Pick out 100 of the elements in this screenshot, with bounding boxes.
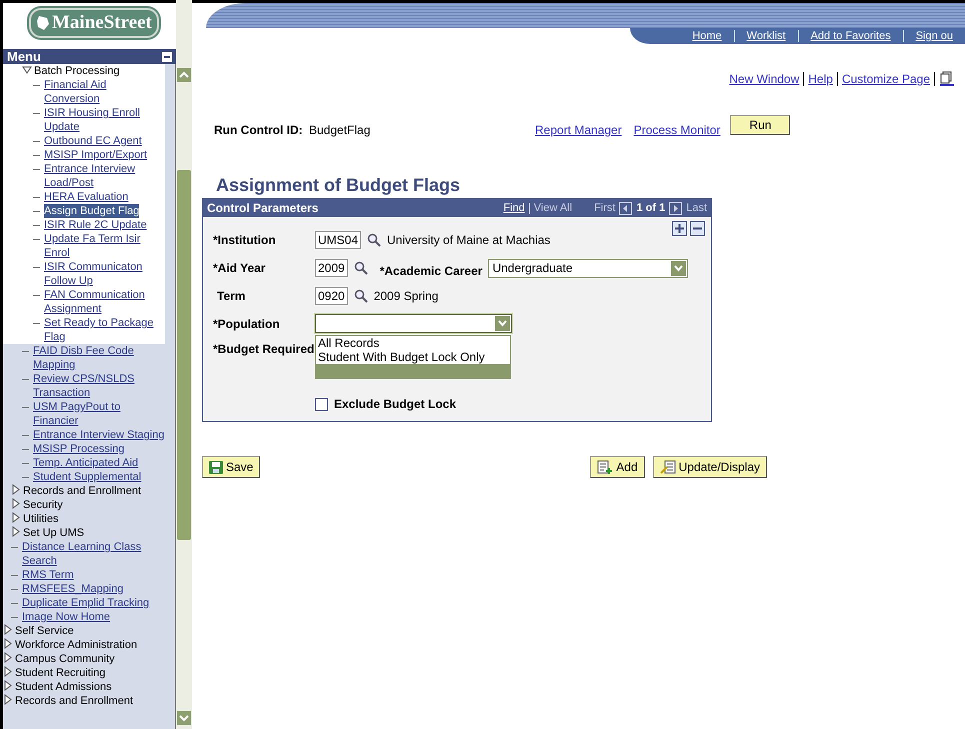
menu-link[interactable]: Financial Aid Conversion bbox=[44, 78, 165, 106]
academic-career-dropdown[interactable]: Undergraduate bbox=[488, 258, 688, 278]
page-link[interactable]: Customize Page bbox=[842, 72, 930, 86]
dash-icon bbox=[22, 379, 29, 380]
scroll-up-icon[interactable] bbox=[177, 68, 191, 82]
menu-link[interactable]: Image Now Home bbox=[22, 610, 110, 624]
menu-folder[interactable]: Records and Enrollment bbox=[23, 484, 142, 498]
checkbox-label: Exclude Budget Lock bbox=[334, 397, 456, 411]
term-field[interactable]: 0920 bbox=[315, 287, 348, 305]
delete-row-icon[interactable] bbox=[690, 221, 705, 236]
institution-field[interactable]: UMS04 bbox=[315, 231, 362, 249]
dash-icon bbox=[33, 113, 40, 114]
lookup-icon[interactable] bbox=[367, 233, 382, 247]
save-button[interactable]: Save bbox=[202, 456, 260, 478]
page-link[interactable]: New Window bbox=[729, 72, 800, 86]
dash-icon bbox=[33, 85, 40, 86]
view-all-link[interactable]: View All bbox=[534, 202, 572, 214]
add-button[interactable]: Add bbox=[590, 456, 645, 478]
field-label: *Institution bbox=[213, 233, 277, 247]
add-row-icon[interactable] bbox=[672, 221, 687, 236]
first-link[interactable]: First bbox=[594, 202, 616, 214]
menu-link[interactable]: MSISP Processing bbox=[33, 442, 125, 456]
dash-icon bbox=[33, 155, 40, 156]
menu-link[interactable]: Student Supplemental bbox=[33, 470, 142, 484]
menu-folder[interactable]: Campus Community bbox=[15, 652, 115, 666]
institution-description: University of Maine at Machias bbox=[387, 233, 550, 247]
menu-link[interactable]: FAN Communication Assignment bbox=[44, 288, 165, 316]
page-title: Assignment of Budget Flags bbox=[216, 175, 462, 196]
menu-link[interactable]: Assign Budget Flag bbox=[44, 204, 140, 218]
menu-folder[interactable]: Set Up UMS bbox=[23, 526, 84, 540]
collapse-icon[interactable] bbox=[162, 52, 172, 62]
logo[interactable]: MaineStreet bbox=[29, 8, 159, 38]
next-icon[interactable] bbox=[669, 202, 682, 214]
population-dropdown[interactable] bbox=[315, 314, 512, 333]
update-display-button[interactable]: Update/Display bbox=[652, 456, 767, 478]
menu-folder[interactable]: Batch Processing bbox=[34, 64, 120, 78]
menu-link[interactable]: Review CPS/NSLDS Transaction bbox=[33, 372, 165, 400]
menu-folder[interactable]: Workforce Administration bbox=[15, 638, 138, 652]
menu-link[interactable]: Distance Learning Class Search bbox=[22, 540, 165, 568]
field-label: *Population bbox=[213, 316, 281, 330]
menu-link[interactable]: RMSFEES_Mapping bbox=[22, 582, 124, 596]
dash-icon bbox=[33, 267, 40, 268]
menu-link[interactable]: ISIR Rule 2C Update bbox=[44, 218, 147, 232]
expand-triangle-icon[interactable] bbox=[3, 624, 13, 636]
dash-icon bbox=[33, 169, 40, 170]
lookup-icon[interactable] bbox=[354, 261, 368, 275]
menu-link[interactable]: FAID Disb Fee Code Mapping bbox=[33, 344, 165, 372]
expand-triangle-icon[interactable] bbox=[3, 694, 13, 706]
dropdown-option[interactable]: All Records bbox=[316, 336, 510, 350]
menu-folder[interactable]: Security bbox=[23, 498, 63, 512]
last-link[interactable]: Last bbox=[686, 202, 707, 214]
lookup-icon[interactable] bbox=[354, 289, 368, 303]
expand-triangle-icon[interactable] bbox=[3, 638, 13, 650]
menu-folder[interactable]: Student Admissions bbox=[15, 680, 112, 694]
dropdown-option[interactable]: Student With Budget Lock Only bbox=[316, 350, 510, 364]
collapse-triangle-icon[interactable] bbox=[22, 64, 32, 76]
menu-folder[interactable]: Self Service bbox=[15, 624, 74, 638]
nav-link[interactable]: Sign ou bbox=[902, 30, 965, 42]
scrollbar-thumb[interactable] bbox=[177, 170, 191, 540]
page-link[interactable]: Help bbox=[808, 72, 833, 86]
expand-triangle-icon[interactable] bbox=[3, 652, 13, 664]
menu-link[interactable]: Entrance Interview Staging bbox=[33, 428, 164, 442]
aid-year-field[interactable]: 2009 bbox=[315, 259, 348, 277]
menu-folder[interactable]: Utilities bbox=[23, 512, 58, 526]
menu-link[interactable]: RMS Term bbox=[22, 568, 74, 582]
panel-title: Control Parameters bbox=[207, 201, 318, 215]
dash-icon bbox=[33, 197, 40, 198]
expand-triangle-icon[interactable] bbox=[3, 666, 13, 678]
field-label: Term bbox=[216, 289, 246, 303]
report-manager-link[interactable]: Report Manager bbox=[535, 123, 622, 137]
expand-triangle-icon[interactable] bbox=[11, 484, 21, 496]
menu-link[interactable]: Outbound EC Agent bbox=[44, 134, 142, 148]
document-icon[interactable] bbox=[939, 71, 955, 87]
nav-link[interactable]: Add to Favorites bbox=[798, 30, 903, 42]
menu-link[interactable]: Set Ready to Package Flag bbox=[44, 316, 165, 344]
process-monitor-link[interactable]: Process Monitor bbox=[634, 123, 720, 137]
run-button[interactable]: Run bbox=[730, 115, 790, 135]
menu-link[interactable]: Temp. Anticipated Aid bbox=[33, 456, 138, 470]
menu-link[interactable]: Duplicate Emplid Tracking bbox=[22, 596, 150, 610]
checkbox[interactable] bbox=[315, 398, 328, 410]
menu-link[interactable]: HERA Evaluation bbox=[44, 190, 128, 204]
menu-link[interactable]: ISIR Communicaton Follow Up bbox=[44, 260, 165, 288]
scroll-down-icon[interactable] bbox=[177, 711, 191, 725]
nav-link[interactable]: Worklist bbox=[734, 30, 798, 42]
expand-triangle-icon[interactable] bbox=[3, 680, 13, 692]
find-link[interactable]: Find bbox=[503, 202, 525, 214]
expand-triangle-icon[interactable] bbox=[11, 512, 21, 524]
expand-triangle-icon[interactable] bbox=[11, 498, 21, 510]
menu-link[interactable]: MSISP Import/Export bbox=[44, 148, 148, 162]
menu-link[interactable]: USM PagyPout to Financier bbox=[33, 400, 165, 428]
menu-folder[interactable]: Student Recruiting bbox=[15, 666, 106, 680]
menu-folder[interactable]: Records and Enrollment bbox=[15, 694, 134, 708]
dash-icon bbox=[22, 463, 29, 464]
menu-link[interactable]: Update Fa Term Isir Enrol bbox=[44, 232, 165, 260]
expand-triangle-icon[interactable] bbox=[11, 526, 21, 538]
previous-icon[interactable] bbox=[619, 202, 632, 214]
menu-link[interactable]: Entrance Interview Load/Post bbox=[44, 162, 165, 190]
nav-link[interactable]: Home bbox=[680, 30, 734, 42]
menu-link[interactable]: ISIR Housing Enroll Update bbox=[44, 106, 165, 134]
dash-icon bbox=[11, 603, 18, 604]
